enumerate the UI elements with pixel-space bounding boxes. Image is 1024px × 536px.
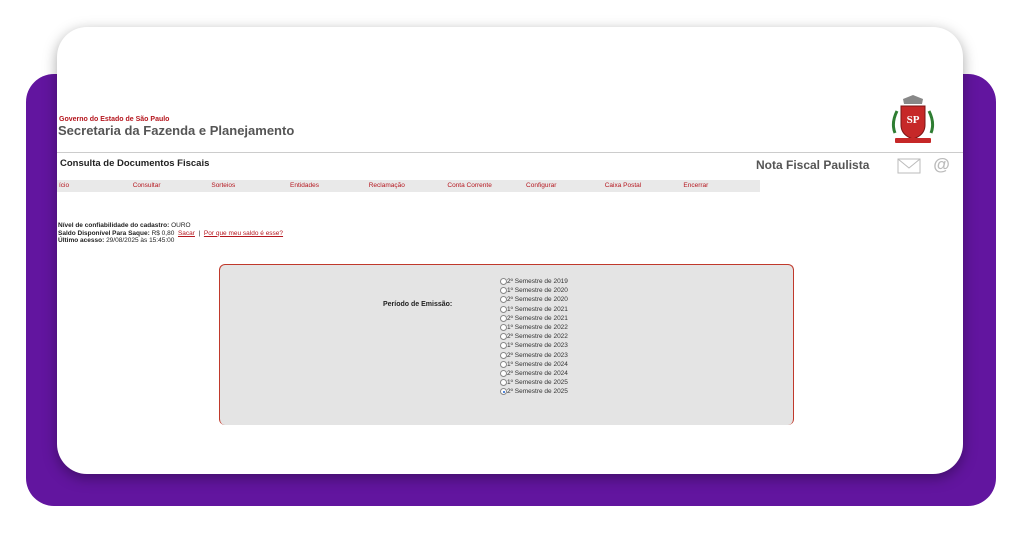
- nivel-label: Nível de confiabilidade do cadastro:: [58, 222, 170, 229]
- periodo-option[interactable]: 1º Semestre de 2023: [500, 341, 568, 350]
- periodo-option[interactable]: 1º Semestre de 2025: [500, 378, 568, 387]
- menu-item-sorteios[interactable]: Sorteios: [209, 180, 288, 192]
- radio-button[interactable]: [500, 351, 507, 359]
- periodo-option[interactable]: 2º Semestre de 2024: [500, 369, 568, 378]
- saldo-value: R$ 0,80: [151, 229, 175, 237]
- nivel-row: Nível de confiabilidade do cadastro: OUR…: [58, 222, 283, 230]
- radio-button-selected[interactable]: [500, 388, 507, 396]
- radio-button[interactable]: [500, 369, 507, 377]
- periodo-option[interactable]: 1º Semestre de 2022: [500, 323, 568, 332]
- link-separator: |: [198, 229, 201, 237]
- menu-item-encerrar[interactable]: Encerrar: [681, 180, 760, 192]
- menu-item-entidades[interactable]: Entidades: [288, 180, 367, 192]
- sacar-link[interactable]: Sacar: [178, 230, 195, 237]
- ultimo-value: 29/08/2025 às 15:45:00: [106, 237, 175, 244]
- account-info: Nível de confiabilidade do cadastro: OUR…: [58, 222, 283, 245]
- saldo-label: Saldo Disponível Para Saque:: [58, 229, 150, 237]
- menu-item-conta-corrente[interactable]: Conta Corrente: [445, 180, 524, 192]
- page-title: Consulta de Documentos Fiscais: [60, 158, 210, 169]
- header-divider: [57, 152, 963, 153]
- mail-icon[interactable]: [897, 158, 921, 174]
- secretaria-title: Secretaria da Fazenda e Planejamento: [58, 123, 295, 138]
- nivel-value: OURO: [171, 222, 191, 229]
- radio-button[interactable]: [500, 360, 507, 368]
- saldo-row: Saldo Disponível Para Saque: R$ 0,80 Sac…: [58, 230, 283, 238]
- government-line: Governo do Estado de São Paulo: [59, 116, 170, 123]
- menu-item-configurar[interactable]: Configurar: [524, 180, 603, 192]
- saldo-explanation-link[interactable]: Por que meu saldo é esse?: [204, 230, 283, 237]
- brand-title: Nota Fiscal Paulista: [756, 158, 870, 172]
- radio-button[interactable]: [500, 314, 507, 322]
- periodo-option[interactable]: 2º Semestre de 2020: [500, 295, 568, 304]
- periodo-option[interactable]: 1º Semestre de 2024: [500, 360, 568, 369]
- radio-button[interactable]: [500, 333, 507, 341]
- periodo-option[interactable]: 1º Semestre de 2021: [500, 305, 568, 314]
- menu-item-consultar[interactable]: Consultar: [131, 180, 210, 192]
- menu-item-reclamacao[interactable]: Reclamação: [367, 180, 446, 192]
- periodo-option[interactable]: 2º Semestre de 2022: [500, 332, 568, 341]
- periodo-option[interactable]: 2º Semestre de 2019: [500, 277, 568, 286]
- ultimo-label: Último acesso:: [58, 237, 105, 244]
- periodo-form-panel: Período de Emissão: 2º Semestre de 2019 …: [219, 264, 794, 425]
- periodo-option[interactable]: 1º Semestre de 2020: [500, 286, 568, 295]
- crest-letters: SP: [907, 114, 920, 126]
- radio-button[interactable]: [500, 324, 507, 332]
- radio-button[interactable]: [500, 379, 507, 387]
- periodo-option[interactable]: 2º Semestre de 2023: [500, 351, 568, 360]
- radio-button[interactable]: [500, 278, 507, 286]
- ultimo-acesso-row: Último acesso: 29/08/2025 às 15:45:00: [58, 237, 283, 245]
- main-menu: ício Consultar Sorteios Entidades Reclam…: [57, 180, 760, 192]
- radio-button[interactable]: [500, 296, 507, 304]
- menu-item-inicio[interactable]: ício: [57, 180, 131, 192]
- radio-button[interactable]: [500, 342, 507, 350]
- menu-item-caixa-postal[interactable]: Caixa Postal: [603, 180, 682, 192]
- radio-button[interactable]: [500, 305, 507, 313]
- radio-button[interactable]: [500, 287, 507, 295]
- periodo-option[interactable]: 2º Semestre de 2025: [500, 387, 568, 396]
- at-icon[interactable]: @: [933, 155, 950, 175]
- periodo-label: Período de Emissão:: [383, 301, 453, 308]
- state-crest-icon: SP: [891, 95, 935, 143]
- periodo-options: 2º Semestre de 2019 1º Semestre de 2020 …: [500, 277, 568, 396]
- screenshot-card: Governo do Estado de São Paulo Secretari…: [57, 27, 963, 474]
- periodo-option[interactable]: 2º Semestre de 2021: [500, 314, 568, 323]
